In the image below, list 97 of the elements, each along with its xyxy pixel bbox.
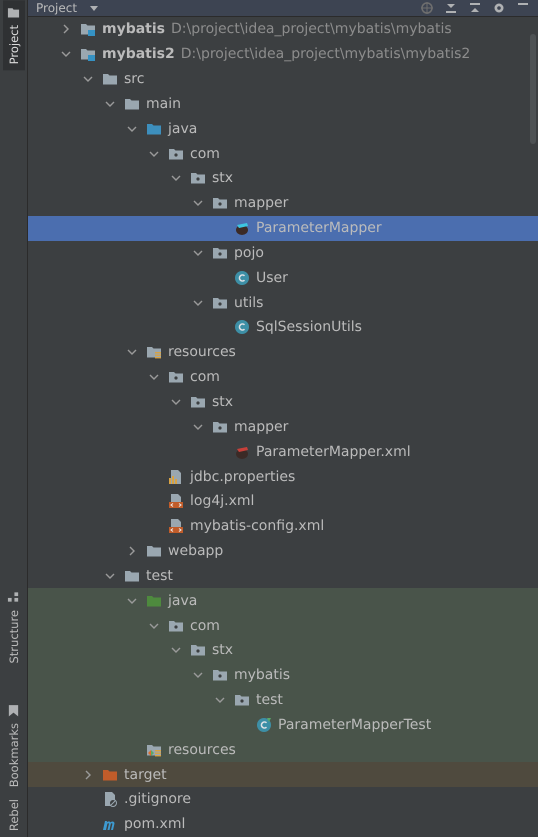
node-name: stx [212,394,234,410]
node-name: test [256,692,283,708]
node-name: src [124,71,144,88]
package-icon [168,369,184,386]
tree-row[interactable]: test [28,563,538,588]
node-name: ParameterMapperTest [278,716,432,733]
node-name: utils [234,294,264,311]
tree-row[interactable]: mybatis-config.xml [28,514,538,539]
node-name: com [190,618,220,634]
package-icon [212,195,228,212]
package-icon [212,667,228,684]
tree-row[interactable]: src [28,66,538,92]
package-icon [190,170,206,186]
tree-row[interactable]: jdbc.properties [28,464,538,489]
tree-row[interactable]: pojo [28,240,538,266]
node-name: mybatis [234,667,290,684]
package-icon [234,692,250,708]
tree-row[interactable]: mybatis2 D:\project\idea_project\mybatis\mybatis2 [28,42,538,67]
node-name: java [168,120,198,137]
tree-row[interactable]: User [28,265,538,290]
node-name: SqlSessionUtils [256,319,362,336]
tree-row[interactable]: stx [28,390,538,414]
tree-row[interactable]: stx [28,166,538,191]
side-tab[interactable]: Structure [2,585,24,670]
node-name: pom.xml [124,816,186,832]
tree-row[interactable]: resources [28,737,538,762]
tree-row[interactable]: mybatis [28,662,538,688]
tree-row[interactable]: com [28,613,538,638]
tree-row[interactable]: mapper [28,414,538,440]
tree-row[interactable]: webapp [28,538,538,564]
bird-icon [234,220,250,236]
tree-row[interactable]: log4j.xml [28,488,538,514]
package-icon [190,642,206,658]
node-name: stx [212,642,234,658]
tree-row[interactable]: target [28,762,538,788]
tree-row[interactable]: utils [28,290,538,316]
tree-row[interactable]: mapper [28,190,538,216]
tree-row[interactable]: main [28,91,538,116]
resources-folder-icon [146,344,162,360]
node-name: User [256,270,288,286]
node-name: .gitignore [124,791,191,808]
tree-row[interactable]: resources [28,340,538,365]
xml-file-icon [168,493,184,510]
tree-row[interactable]: java [28,116,538,142]
node-name: resources [168,742,236,758]
node-name: ParameterMapper.xml [256,444,411,460]
node-name: ParameterMapper [256,220,382,236]
panel-title[interactable]: Project [36,0,78,15]
class-icon [256,716,272,733]
tree-row[interactable]: mybatis D:\project\idea_project\mybatis\mybatis [28,16,538,42]
node-name: main [146,96,181,112]
node-path: D:\project\idea_project\mybatis\mybatis [171,21,452,38]
node-name: jdbc.properties [190,468,296,485]
node-name: java [168,592,198,609]
module-folder-icon [80,21,96,38]
tree-row[interactable]: ParameterMapper.xml [28,439,538,464]
folder-icon [102,71,118,88]
tree-row[interactable]: stx [28,638,538,663]
node-name: mapper [234,418,288,435]
node-name: test [146,568,173,584]
properties-file-icon [168,468,184,485]
tree-row[interactable]: ParameterMapperTest [28,712,538,738]
node-name: log4j.xml [190,493,254,510]
bookmark-icon [7,704,20,717]
tree-row[interactable]: com [28,141,538,166]
settings-icon[interactable] [492,0,506,15]
folder-icon [7,6,20,19]
class-icon [234,270,250,286]
module-folder-icon [80,46,96,62]
tree-row[interactable]: test [28,688,538,713]
structure-icon [7,591,20,604]
node-name: pojo [234,244,264,261]
file-icon [102,791,118,808]
node-name: webapp [168,543,224,560]
node-name: stx [212,170,234,186]
node-name: mybatis-config.xml [190,518,324,534]
tree-row[interactable]: java [28,588,538,614]
tree-row[interactable]: .gitignore [28,787,538,812]
node-name: target [124,766,167,783]
tree-row[interactable]: pom.xml [28,812,538,837]
folder-icon [146,543,162,560]
class-icon [234,319,250,336]
xml-file-icon [168,518,184,534]
side-tab[interactable]: Project [2,0,24,70]
node-name: mybatis2 [102,46,175,62]
node-path: D:\project\idea_project\mybatis\mybatis2 [180,46,470,62]
node-name: com [190,146,220,162]
side-tab[interactable]: Rebel [2,792,24,837]
tree-row[interactable]: SqlSessionUtils [28,315,538,340]
node-name: resources [168,344,236,360]
node-name: mapper [234,195,288,212]
tree-row[interactable]: com [28,364,538,390]
collapse-all-icon[interactable] [468,0,482,15]
target-icon[interactable] [420,0,434,15]
node-name: mybatis [102,21,166,38]
side-tab[interactable]: Bookmarks [2,698,24,793]
node-name: com [190,369,220,386]
